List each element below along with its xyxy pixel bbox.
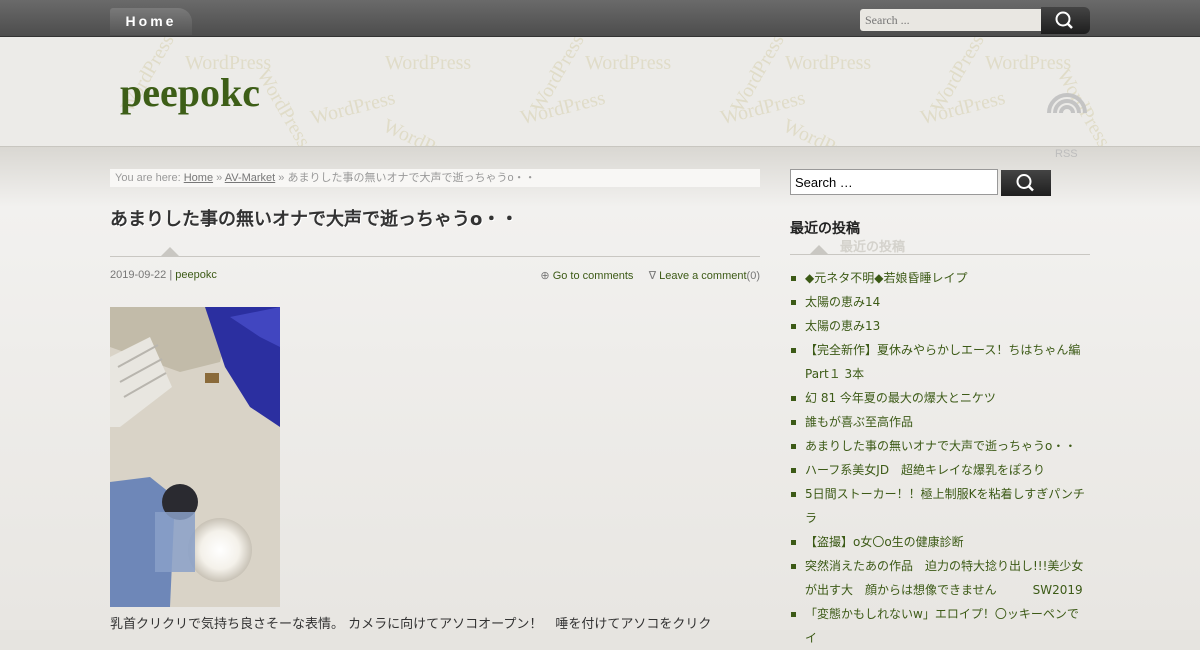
recent-posts-heading-shadow: 最近の投稿 [840,240,906,255]
rss-label[interactable]: RSS [1055,148,1078,160]
breadcrumb: You are here: Home » AV-Market » あまりした事の… [110,169,760,187]
leave-comment-link[interactable]: Leave a comment [659,270,746,282]
post-author-link[interactable]: peepokc [175,269,217,281]
breadcrumb-home-link[interactable]: Home [184,172,213,184]
title-divider-notch [160,247,180,257]
watermark-text: WordPress [585,52,672,74]
recent-post-item[interactable]: ハーフ系美女JD 超絶キレイな爆乳をぽろり [790,458,1090,482]
sidebar-search-button[interactable] [1001,170,1051,196]
nav-home-tab[interactable]: Home [110,8,192,35]
post-photo [110,307,280,607]
site-title[interactable]: peepokc [120,69,260,116]
post-excerpt: 乳首クリクリで気持ち良さそーな表情。 カメラに向けてアソコオープン！ 唾を付けて… [110,617,712,632]
recent-post-item[interactable]: 「変態かもしれないw」エロイプ！〇ッキーペンでイ [790,602,1090,650]
search-icon [1016,174,1034,192]
watermark-text: WordPress [379,114,467,147]
recent-posts-list: ◆元ネタ不明◆若娘昏睡レイプ 太陽の恵み14 太陽の恵み13 【完全新作】夏休み… [790,266,1090,650]
recent-post-item[interactable]: 突然消えたあの作品 迫力の特大捻り出し!!!美少女が出す大 顔からは想像できませ… [790,554,1090,602]
sidebar-divider-notch [810,245,828,254]
breadcrumb-separator: » [216,172,223,184]
rss-icon[interactable] [1044,85,1090,113]
top-nav-bar: Home [0,0,1200,37]
site-header: WordPress WordPress WordPress WordPress … [0,37,1200,147]
search-icon [1055,11,1073,29]
watermark-text: WordPress [779,114,867,147]
recent-post-item[interactable]: 太陽の恵み13 [790,314,1090,338]
comment-links: ⊕ Go to comments ∇ Leave a comment(0) [540,269,760,282]
watermark-text: WordPress [785,52,872,74]
meta-separator: | [169,269,173,281]
sidebar-divider [790,254,1090,255]
comment-count: (0) [746,270,760,282]
breadcrumb-category-link[interactable]: AV-Market [225,172,276,184]
comments-icon: ⊕ [540,270,550,282]
post-title[interactable]: あまりした事の無いオナで大声で逝っちゃうo・・ [110,205,518,231]
post-date: 2019-09-22 [110,269,167,281]
breadcrumb-separator: » [278,172,285,184]
leave-comment-icon: ∇ [648,270,657,282]
recent-post-item[interactable]: 5日間ストーカー！！極上制服Kを粘着しすぎパンチラ [790,482,1090,530]
title-divider [110,256,760,257]
recent-post-item[interactable]: 誰もが喜ぶ至高作品 [790,410,1090,434]
sidebar-search-input[interactable] [790,169,998,195]
top-search-input[interactable] [860,9,1042,31]
post-meta: 2019-09-22 | peepokc ⊕ Go to comments ∇ … [110,269,760,282]
recent-post-item[interactable]: あまりした事の無いオナで大声で逝っちゃうo・・ [790,434,1090,458]
breadcrumb-current: あまりした事の無いオナで大声で逝っちゃうo・・ [287,172,536,184]
recent-post-item[interactable]: 【完全新作】夏休みやらかしエース！ちはちゃん編Part１ 3本 [790,338,1090,386]
recent-post-item[interactable]: 太陽の恵み14 [790,290,1090,314]
top-search-button[interactable] [1041,7,1090,34]
watermark-text: WordPress [385,52,472,74]
recent-post-item[interactable]: ◆元ネタ不明◆若娘昏睡レイプ [790,266,1090,290]
recent-post-item[interactable]: 【盗撮】o女〇o生の健康診断 [790,530,1090,554]
recent-posts-heading: 最近の投稿 [790,221,860,237]
recent-post-item[interactable]: 幻 81 今年夏の最大の爆大とニケツ [790,386,1090,410]
watermark-text: WordPress [252,65,315,147]
breadcrumb-prefix: You are here: [115,172,181,184]
post-image[interactable] [110,307,280,607]
go-to-comments-link[interactable]: Go to comments [553,270,634,282]
